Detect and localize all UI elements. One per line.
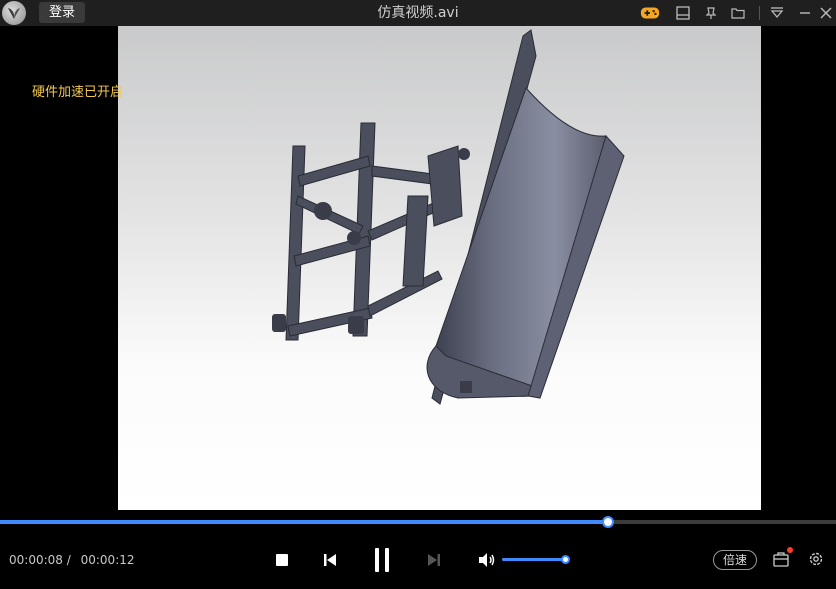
menu-icon[interactable] (767, 3, 787, 23)
volume-handle[interactable] (561, 555, 570, 564)
time-display: 00:00:08 / 00:00:12 (9, 553, 135, 567)
close-icon[interactable] (816, 3, 836, 23)
progress-fill (0, 520, 608, 524)
pause-button[interactable] (370, 545, 394, 575)
minimize-icon[interactable] (795, 3, 815, 23)
pin-icon[interactable] (701, 3, 721, 23)
toolbox-icon (773, 552, 789, 567)
stop-icon (276, 554, 288, 566)
progress-handle[interactable] (601, 516, 614, 528)
gear-icon (809, 552, 823, 566)
folder-icon[interactable] (728, 3, 748, 23)
progress-bar[interactable] (0, 516, 836, 528)
hardware-acceleration-notice: 硬件加速已开启 (32, 85, 124, 100)
video-frame[interactable] (118, 26, 761, 510)
volume-icon (479, 553, 495, 567)
playback-speed-button[interactable]: 倍速 (713, 550, 757, 570)
app-logo-icon[interactable] (2, 1, 26, 25)
previous-button[interactable] (320, 550, 340, 570)
total-time: 00:00:12 (80, 553, 135, 567)
stop-button[interactable] (272, 550, 292, 570)
pause-icon (375, 548, 389, 572)
current-time: 00:00:08 (9, 553, 63, 567)
volume-button[interactable] (476, 550, 498, 570)
settings-button[interactable] (806, 549, 826, 569)
title-bar: 登录 仿真视频.avi (0, 0, 836, 26)
toolbox-button[interactable] (771, 547, 793, 569)
game-icon[interactable] (640, 3, 660, 23)
next-button[interactable] (424, 550, 444, 570)
skip-next-icon (428, 554, 440, 566)
login-button[interactable]: 登录 (39, 2, 85, 23)
volume-slider[interactable] (502, 555, 570, 564)
simulation-render (272, 29, 625, 405)
notification-dot (787, 547, 793, 553)
titlebar-divider (759, 6, 760, 20)
time-separator: / (66, 553, 71, 567)
skip-previous-icon (324, 554, 336, 566)
mini-mode-icon[interactable] (673, 3, 693, 23)
